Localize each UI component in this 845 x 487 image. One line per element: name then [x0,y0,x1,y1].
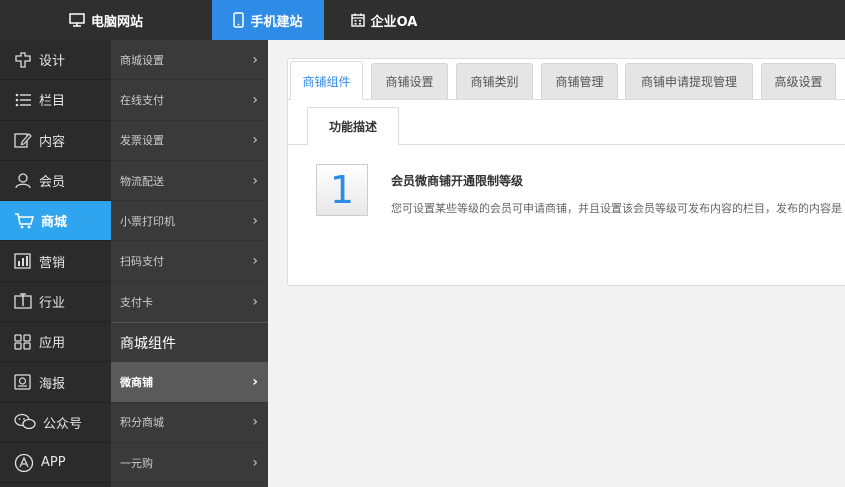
sidebar-item-label: APP [41,455,66,471]
submenu-scan-payment[interactable]: 扫码支付 › [111,241,268,282]
apps-icon [14,334,31,350]
design-icon [15,51,31,68]
chevron-right-icon: › [252,414,258,431]
tab-shop-components[interactable]: 商铺组件 [290,61,363,100]
sidebar-item-wechat[interactable]: 公众号 [0,403,111,443]
chevron-right-icon: › [252,293,258,310]
top-nav-bar: 电脑网站 手机建站 企业OA [0,0,845,40]
chevron-right-icon: › [252,132,258,149]
submenu-points-mall[interactable]: 积分商城 › [111,403,268,443]
tab-shop-management[interactable]: 商铺管理 [541,63,618,99]
submenu-label: 在线支付 [120,93,164,107]
edit-icon [14,133,32,148]
submenu-label: 一元购 [120,456,153,470]
subtab-feature-description[interactable]: 功能描述 [307,107,399,145]
submenu-micro-shop[interactable]: 微商铺 › [111,362,268,403]
calendar-icon [350,13,365,27]
submenu-section-title: 商城组件 [111,322,268,362]
sidebar-item-label: 会员 [39,175,66,191]
sidebar-item-poster[interactable]: 海报 [0,362,111,403]
wechat-icon [14,414,36,430]
tab-advanced-settings[interactable]: 高级设置 [761,63,836,99]
secondary-sidebar: 商城设置 › 在线支付 › 发票设置 › 物流配送 › 小票打印机 › 扫码支付 › 支付卡… [111,40,268,487]
feature-number-badge: 1 [316,164,368,216]
chevron-right-icon: › [252,454,258,471]
appstore-icon [14,453,34,472]
sidebar-item-label: 内容 [39,134,66,150]
tab-shop-settings[interactable]: 商铺设置 [371,63,448,99]
sidebar-item-member[interactable]: 会员 [0,161,111,202]
tab-divider [288,99,845,100]
phone-icon [233,12,245,28]
chevron-right-icon: › [252,51,258,68]
sidebar-item-industry[interactable]: 行业 [0,282,111,323]
topnav-pc-site[interactable]: 电脑网站 [0,0,212,40]
tab-shop-categories[interactable]: 商铺类别 [456,63,533,99]
sidebar-item-label: 栏目 [39,94,66,110]
sidebar-item-label: 商城 [41,215,68,231]
submenu-label: 商城设置 [120,53,164,67]
chevron-right-icon: › [252,212,258,229]
cart-icon [15,213,34,229]
tab-withdrawal-management[interactable]: 商铺申请提现管理 [625,63,753,99]
sidebar-item-label: 设计 [39,54,66,70]
sidebar-item-label: 营销 [39,255,66,271]
topnav-enterprise-oa[interactable]: 企业OA [324,0,444,40]
submenu-label: 支付卡 [120,295,153,309]
submenu-one-yuan-buy[interactable]: 一元购 › [111,443,268,484]
sidebar-item-column[interactable]: 栏目 [0,80,111,121]
submenu-label: 小票打印机 [120,214,175,228]
submenu-logistics[interactable]: 物流配送 › [111,161,268,202]
content-panel: 商铺组件 商铺设置 商铺类别 商铺管理 商铺申请提现管理 高级设置 功能描述 1… [287,58,845,286]
sidebar-item-label: 海报 [39,376,66,392]
topnav-label: 手机建站 [250,14,303,30]
sidebar-item-marketing[interactable]: 营销 [0,241,111,282]
list-icon [15,93,31,107]
sidebar-item-app[interactable]: APP [0,443,111,484]
poster-icon [14,374,31,390]
submenu-label: 微商铺 [120,376,153,390]
user-icon [15,172,31,188]
sidebar-item-label: 公众号 [43,416,83,432]
submenu-online-payment[interactable]: 在线支付 › [111,80,268,121]
sidebar-item-label: 应用 [39,336,66,352]
sidebar-item-design[interactable]: 设计 [0,40,111,81]
submenu-receipt-printer[interactable]: 小票打印机 › [111,201,268,242]
chevron-right-icon: › [252,91,258,108]
feature-title: 会员微商铺开通限制等级 [391,174,524,188]
sidebar-item-label: 行业 [39,295,66,311]
submenu-label: 积分商城 [120,416,164,430]
chart-icon [14,253,31,269]
feature-description: 您可设置某些等级的会员可申请商铺，并且设置该会员等级可发布内容的栏目，发布的内容… [391,202,842,215]
primary-sidebar: 设计 栏目 内容 会员 商城 营销 行业 应用 海报 公众号 APP [0,40,111,487]
topnav-mobile-site[interactable]: 手机建站 [212,0,324,40]
submenu-invoice-settings[interactable]: 发票设置 › [111,121,268,161]
industry-icon [14,293,32,310]
sidebar-item-mall[interactable]: 商城 [0,201,111,242]
sidebar-item-content[interactable]: 内容 [0,121,111,161]
chevron-right-icon: › [252,374,258,391]
submenu-label: 发票设置 [120,134,164,148]
submenu-mall-settings[interactable]: 商城设置 › [111,40,268,81]
submenu-payment-card[interactable]: 支付卡 › [111,282,268,322]
topnav-label: 电脑网站 [90,14,143,30]
submenu-label: 物流配送 [120,174,164,188]
chevron-right-icon: › [252,253,258,270]
sidebar-item-apps[interactable]: 应用 [0,322,111,363]
topnav-label: 企业OA [370,14,418,30]
submenu-label: 扫码支付 [120,255,164,269]
chevron-right-icon: › [252,172,258,189]
monitor-icon [69,13,85,27]
